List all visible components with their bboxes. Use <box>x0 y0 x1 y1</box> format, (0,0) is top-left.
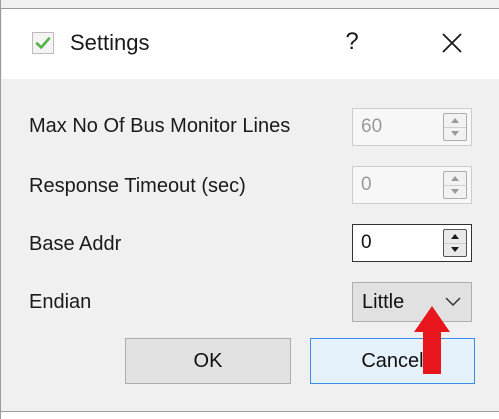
spin-buttons <box>443 113 467 141</box>
chevron-down-icon <box>451 247 459 252</box>
spin-up-button[interactable] <box>444 172 466 186</box>
spin-buttons <box>443 229 467 257</box>
app-checkbox-icon <box>32 32 54 54</box>
cancel-button[interactable]: Cancel <box>310 338 475 384</box>
endian-value: Little <box>362 291 405 313</box>
max-bus-lines-spinbox[interactable]: 60 <box>352 108 472 146</box>
close-icon <box>442 33 462 53</box>
response-timeout-value: 0 <box>361 174 372 195</box>
max-bus-lines-value: 60 <box>361 116 383 137</box>
spin-up-button[interactable] <box>444 114 466 128</box>
close-button[interactable] <box>432 25 472 59</box>
chevron-down-icon <box>451 189 459 194</box>
base-addr-value: 0 <box>361 232 372 253</box>
settings-dialog: Settings ? Max No Of Bus Monitor Lines 6… <box>0 0 499 419</box>
spin-down-button[interactable] <box>444 185 466 198</box>
response-timeout-spinbox[interactable]: 0 <box>352 166 472 204</box>
base-addr-label: Base Addr <box>29 233 122 255</box>
spin-down-button[interactable] <box>444 243 466 256</box>
spin-up-button[interactable] <box>444 230 466 244</box>
chevron-up-icon <box>451 176 459 181</box>
endian-dropdown[interactable]: Little <box>352 282 472 322</box>
max-bus-lines-label: Max No Of Bus Monitor Lines <box>29 115 291 137</box>
spin-down-button[interactable] <box>444 127 466 140</box>
endian-label: Endian <box>29 291 92 313</box>
response-timeout-label: Response Timeout (sec) <box>29 175 246 197</box>
title-bar[interactable]: Settings ? <box>2 9 499 79</box>
chevron-down-icon <box>451 131 459 136</box>
spin-buttons <box>443 171 467 199</box>
window-title: Settings <box>70 30 150 55</box>
window-bottom-edge <box>1 411 499 419</box>
window-top-edge <box>1 0 499 9</box>
base-addr-spinbox[interactable]: 0 <box>352 224 472 262</box>
ok-button[interactable]: OK <box>125 338 291 384</box>
red-arrow-icon <box>414 306 450 374</box>
chevron-up-icon <box>451 234 459 239</box>
help-button[interactable]: ? <box>338 25 366 59</box>
chevron-up-icon <box>451 118 459 123</box>
